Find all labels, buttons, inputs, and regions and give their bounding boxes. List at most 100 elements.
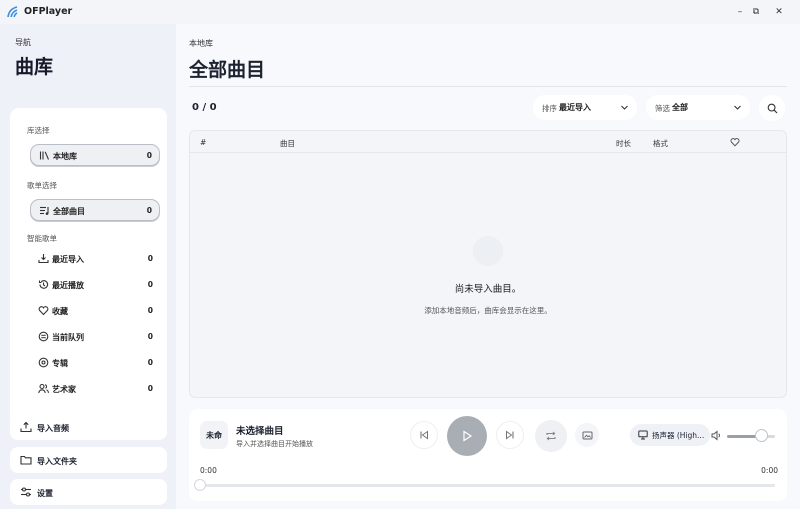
empty-state-subtitle: 添加本地音频后，曲库会显示在这里。 [424, 306, 552, 315]
filter-label: 筛选 [655, 104, 670, 113]
app-title: OFPlayer [24, 6, 73, 17]
smart-item-artists[interactable]: 艺术家 0 [30, 378, 160, 400]
playlist-section-label: 歌单选择 [27, 181, 57, 190]
library-section-label: 库选择 [27, 126, 50, 135]
empty-state-glow [473, 236, 503, 266]
skip-previous-icon [420, 430, 428, 440]
library-item-label: 本地库 [53, 152, 77, 161]
nav-label: 导航 [15, 38, 31, 47]
import-folder-label: 导入文件夹 [37, 457, 77, 466]
close-button[interactable]: ✕ [768, 3, 790, 21]
folder-icon [20, 455, 32, 465]
library-item-local[interactable]: 本地库 0 [30, 144, 160, 166]
search-button[interactable] [759, 95, 785, 121]
sort-label: 排序 [542, 104, 557, 113]
chevron-down-icon [621, 105, 628, 110]
filter-dropdown[interactable]: 筛选 全部 [646, 95, 750, 120]
smart-item-count: 0 [147, 280, 153, 289]
repeat-icon [546, 431, 556, 441]
smart-item-label: 当前队列 [52, 333, 84, 342]
settings-sliders-icon [21, 487, 31, 497]
smart-item-count: 0 [147, 332, 153, 341]
album-disc-icon [38, 357, 49, 368]
output-device-label: 扬声器 (High... [652, 431, 705, 440]
settings-label: 设置 [37, 489, 53, 498]
import-audio-label: 导入音频 [37, 424, 69, 433]
progress-handle[interactable] [194, 479, 206, 491]
lyrics-button[interactable] [575, 423, 599, 447]
import-folder-button[interactable]: 导入文件夹 [10, 447, 167, 473]
smart-item-count: 0 [147, 384, 153, 393]
image-frame-icon [582, 431, 592, 439]
play-button[interactable] [447, 416, 487, 456]
column-header-title[interactable]: 曲目 [280, 138, 295, 149]
smart-item-count: 0 [147, 254, 153, 263]
smart-item-label: 最近导入 [52, 255, 84, 264]
smart-item-recent-import[interactable]: 最近导入 0 [30, 248, 160, 270]
track-table: # 曲目 时长 格式 尚未导入曲目。 添加本地音频后，曲库会显示在这里。 [189, 130, 787, 398]
sidebar: 导航 曲库 库选择 本地库 0 歌单选择 全部曲目 0 智能歌单 最近导入 0 … [0, 24, 176, 509]
playlist-item-all-tracks[interactable]: 全部曲目 0 [30, 199, 160, 221]
cover-text: 未命 [206, 430, 222, 440]
app-logo-icon [7, 6, 18, 18]
skip-next-icon [506, 430, 514, 440]
queue-icon [38, 331, 49, 342]
monitor-icon [638, 430, 648, 440]
smart-section-label: 智能歌单 [27, 234, 57, 243]
total-time: 0:00 [761, 466, 778, 475]
header-divider [189, 86, 787, 87]
smart-item-label: 艺术家 [52, 385, 76, 394]
smart-item-favorites[interactable]: 收藏 0 [30, 300, 160, 322]
output-device-button[interactable]: 扬声器 (High... [630, 424, 710, 446]
smart-item-label: 最近播放 [52, 281, 84, 290]
volume-slider-handle[interactable] [755, 429, 769, 442]
chevron-down-icon [734, 105, 741, 110]
player-bar: 未命 未选择曲目 导入并选择曲目开始播放 扬声器 (High... 0:00 0… [189, 409, 787, 501]
next-button[interactable] [496, 421, 524, 449]
page-title: 全部曲目 [189, 59, 266, 81]
playlist-icon [40, 206, 49, 215]
smart-item-count: 0 [147, 306, 153, 315]
import-audio-button[interactable]: 导入音频 [10, 414, 167, 440]
smart-item-label: 收藏 [52, 307, 68, 316]
upload-icon [20, 421, 32, 433]
library-item-count: 0 [146, 151, 152, 160]
column-header-format[interactable]: 格式 [653, 138, 668, 149]
empty-state-title: 尚未导入曲目。 [454, 284, 522, 295]
sidebar-title: 曲库 [15, 56, 54, 78]
table-header: # 曲目 时长 格式 [190, 131, 786, 153]
previous-button[interactable] [410, 421, 438, 449]
artist-people-icon [38, 383, 49, 394]
volume-icon[interactable] [711, 430, 722, 441]
smart-item-recent-play[interactable]: 最近播放 0 [30, 274, 160, 296]
progress-track[interactable] [200, 484, 775, 487]
column-header-duration[interactable]: 时长 [616, 138, 631, 149]
maximize-button[interactable]: ⧉ [745, 3, 767, 21]
breadcrumb: 本地库 [189, 39, 213, 48]
filter-value: 全部 [672, 103, 688, 112]
repeat-button[interactable] [535, 420, 567, 452]
smart-item-count: 0 [147, 358, 153, 367]
smart-item-label: 专辑 [52, 359, 68, 368]
heart-icon [38, 306, 49, 316]
smart-item-albums[interactable]: 专辑 0 [30, 352, 160, 374]
sort-dropdown[interactable]: 排序 最近导入 [533, 95, 637, 120]
heart-icon[interactable] [730, 137, 740, 147]
main-content: 本地库 全部曲目 0 / 0 排序 最近导入 筛选 全部 # 曲目 时长 格式 [176, 24, 800, 509]
nav-card: 库选择 本地库 0 歌单选择 全部曲目 0 智能歌单 最近导入 0 最近播放 0… [10, 108, 167, 426]
track-count: 0 / 0 [192, 102, 217, 113]
album-cover: 未命 [200, 421, 228, 449]
search-icon [767, 103, 777, 113]
library-books-icon [39, 151, 50, 160]
now-playing-subtitle: 导入并选择曲目开始播放 [236, 440, 313, 448]
column-header-index[interactable]: # [200, 138, 206, 147]
title-bar: OFPlayer – ⧉ ✕ [0, 0, 800, 24]
sort-value: 最近导入 [559, 103, 591, 112]
now-playing-title: 未选择曲目 [236, 426, 284, 437]
playlist-item-count: 0 [146, 206, 152, 215]
settings-button[interactable]: 设置 [10, 479, 167, 505]
play-icon [463, 430, 473, 442]
history-icon [38, 280, 49, 289]
smart-item-queue[interactable]: 当前队列 0 [30, 326, 160, 348]
import-tray-icon [38, 254, 49, 264]
